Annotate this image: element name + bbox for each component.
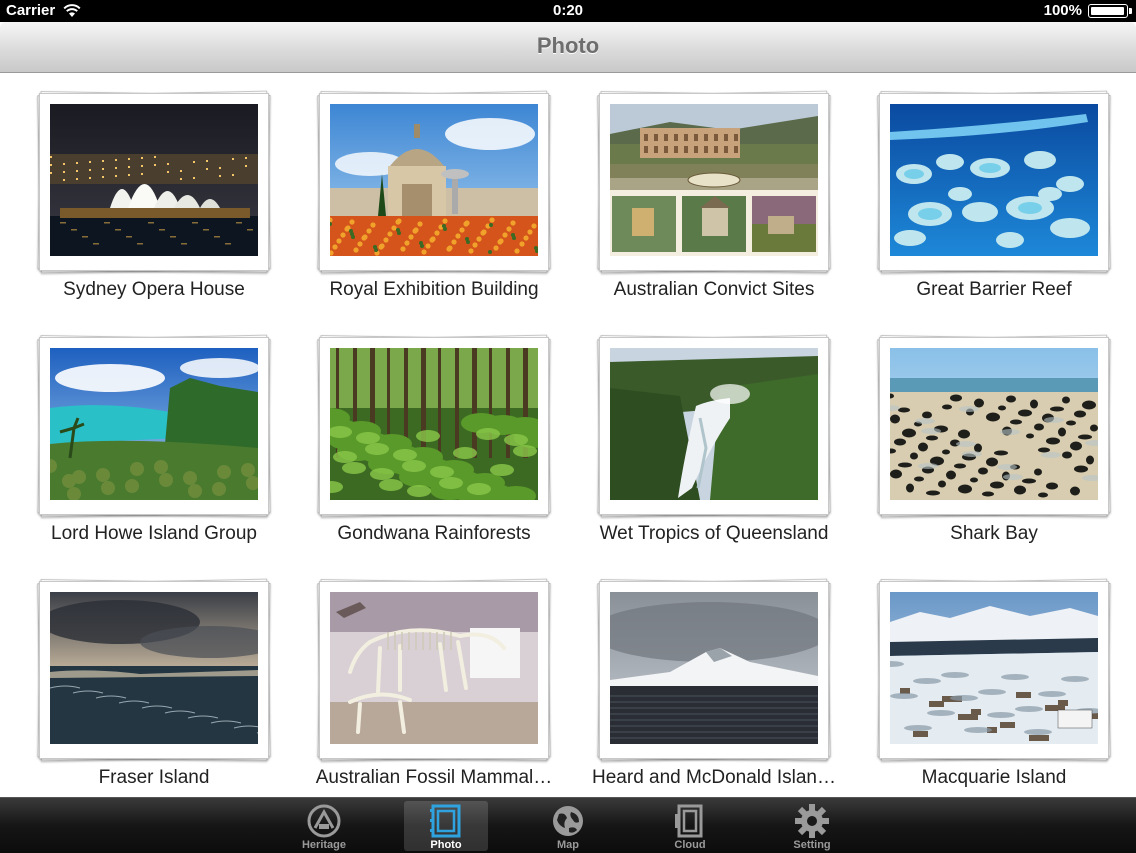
photo-stack <box>37 578 271 762</box>
photo-icon <box>404 804 488 838</box>
tab-cloud[interactable]: Cloud <box>648 801 732 851</box>
photo-stack <box>317 90 551 274</box>
photo-grid: Sydney Opera House Royal Exhibition Buil… <box>0 73 1136 797</box>
photo-caption: Gondwana Rainforests <box>337 523 531 544</box>
photo-frame <box>319 581 549 759</box>
photo-thumbnail <box>330 104 538 256</box>
photo-stack <box>37 334 271 518</box>
tab-label: Cloud <box>674 839 706 851</box>
photo-stack <box>877 334 1111 518</box>
photo-stack <box>317 578 551 762</box>
cloud-icon <box>648 804 732 838</box>
battery-icon <box>1088 3 1132 18</box>
clock: 0:20 <box>552 2 584 19</box>
photo-thumbnail <box>330 348 538 500</box>
battery-group: 100% <box>1043 2 1132 19</box>
photo-stack <box>597 578 831 762</box>
photo-frame <box>879 93 1109 271</box>
photo-thumbnail <box>610 104 818 256</box>
photo-caption: Royal Exhibition Building <box>329 279 539 300</box>
photo-thumbnail <box>610 348 818 500</box>
photo-thumbnail <box>50 348 258 500</box>
photo-frame <box>319 337 549 515</box>
tab-label: Heritage <box>301 839 347 851</box>
tab-bar: Heritage Photo Map Cloud Setting <box>0 797 1136 853</box>
photo-item[interactable]: Lord Howe Island Group <box>37 329 309 559</box>
photo-caption: Great Barrier Reef <box>916 279 1072 300</box>
tab-label: Photo <box>430 839 462 851</box>
tab-setting[interactable]: Setting <box>770 801 854 851</box>
photo-item[interactable]: Shark Bay <box>877 329 1136 559</box>
photo-item[interactable]: Heard and McDonald Islan… <box>592 573 869 803</box>
photo-caption: Wet Tropics of Queensland <box>599 523 829 544</box>
photo-caption: Shark Bay <box>950 523 1038 544</box>
gear-icon <box>770 804 854 838</box>
photo-caption: Australian Fossil Mammal… <box>315 767 553 788</box>
photo-stack <box>877 90 1111 274</box>
battery-percent: 100% <box>1043 2 1082 19</box>
photo-thumbnail <box>890 592 1098 744</box>
photo-caption: Heard and McDonald Islan… <box>592 767 836 788</box>
photo-frame <box>599 581 829 759</box>
navigation-bar: Photo <box>0 22 1136 73</box>
photo-item[interactable]: Royal Exhibition Building <box>317 85 589 315</box>
photo-item[interactable]: Gondwana Rainforests <box>317 329 589 559</box>
photo-stack <box>317 334 551 518</box>
photo-frame <box>39 581 269 759</box>
globe-icon <box>526 804 610 838</box>
photo-item[interactable]: Macquarie Island <box>877 573 1136 803</box>
photo-frame <box>39 337 269 515</box>
photo-frame <box>319 93 549 271</box>
status-bar: Carrier 0:20 100% <box>0 0 1136 22</box>
tab-heritage[interactable]: Heritage <box>282 801 366 851</box>
photo-frame <box>879 337 1109 515</box>
photo-caption: Sydney Opera House <box>63 279 245 300</box>
photo-caption: Macquarie Island <box>921 767 1067 788</box>
photo-item[interactable]: Sydney Opera House <box>37 85 309 315</box>
photo-item[interactable]: Great Barrier Reef <box>877 85 1136 315</box>
heritage-icon <box>282 804 366 838</box>
photo-thumbnail <box>330 592 538 744</box>
photo-item[interactable]: Wet Tropics of Queensland <box>597 329 869 559</box>
photo-thumbnail <box>50 592 258 744</box>
photo-stack <box>877 578 1111 762</box>
photo-frame <box>599 337 829 515</box>
photo-frame <box>599 93 829 271</box>
photo-frame <box>39 93 269 271</box>
photo-stack <box>597 90 831 274</box>
tab-label: Setting <box>793 839 831 851</box>
photo-item[interactable]: Fraser Island <box>37 573 309 803</box>
photo-caption: Lord Howe Island Group <box>51 523 257 544</box>
photo-stack <box>37 90 271 274</box>
tab-map[interactable]: Map <box>526 801 610 851</box>
photo-thumbnail <box>50 104 258 256</box>
photo-item[interactable]: Australian Fossil Mammal… <box>316 573 589 803</box>
photo-stack <box>597 334 831 518</box>
photo-thumbnail <box>610 592 818 744</box>
tab-label: Map <box>557 839 579 851</box>
photo-caption: Fraser Island <box>98 767 210 788</box>
page-title: Photo <box>536 33 600 58</box>
photo-thumbnail <box>890 104 1098 256</box>
tab-photo[interactable]: Photo <box>404 801 488 851</box>
photo-caption: Australian Convict Sites <box>613 279 815 300</box>
photo-item[interactable]: Australian Convict Sites <box>597 85 869 315</box>
photo-thumbnail <box>890 348 1098 500</box>
photo-frame <box>879 581 1109 759</box>
